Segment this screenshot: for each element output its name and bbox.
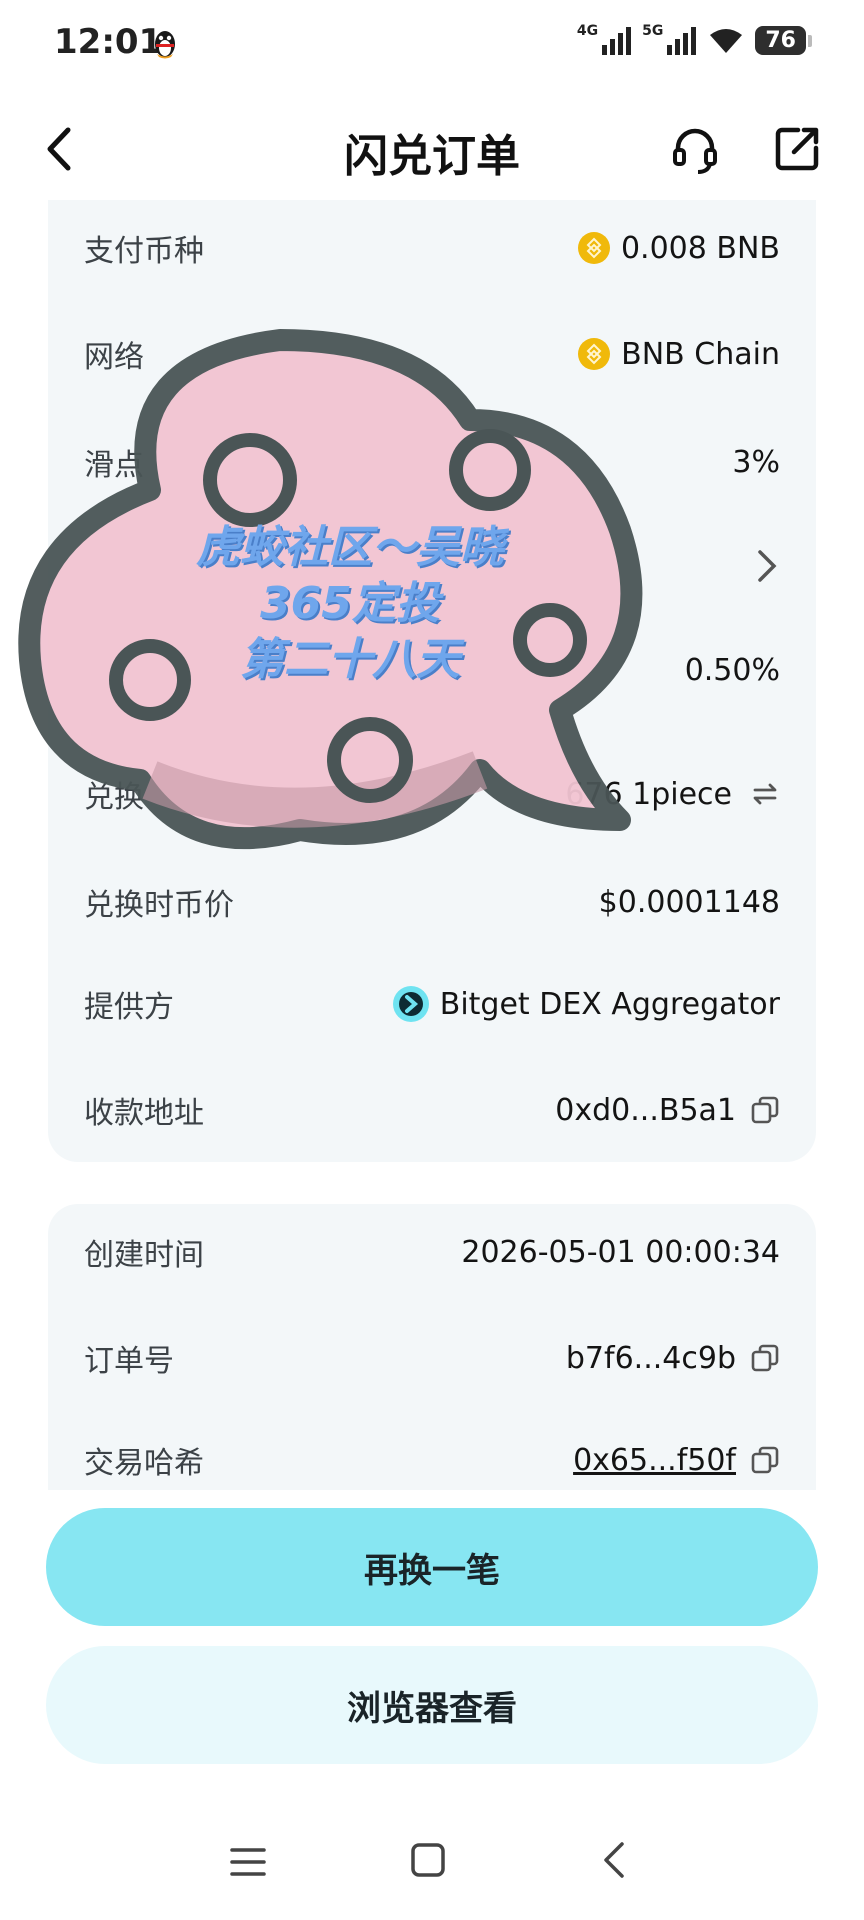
row-value: BNB Chain <box>621 336 780 372</box>
row-value-group: 676 1piece <box>565 777 780 812</box>
order-row-created: 创建时间 2026-05-01 00:00:34 <box>84 1222 780 1282</box>
row-label: 支付币种 <box>84 234 204 269</box>
qq-penguin-icon <box>155 31 175 59</box>
detail-row-pay-currency: 支付币种 0.008 BNB <box>84 218 780 278</box>
detail-row-network: 网络 BNB Chain <box>84 324 780 384</box>
row-value: 3% <box>732 444 780 480</box>
row-value: 0.008 BNB <box>620 230 780 266</box>
exchange-row-amount: 兑换 676 1piece <box>84 764 780 824</box>
row-value-group: 0xd0...B5a1 <box>555 1093 780 1128</box>
swap-icon[interactable] <box>750 779 780 809</box>
wifi-icon <box>707 27 745 55</box>
exchange-row-price: 兑换时币价 $0.0001148 <box>84 872 780 932</box>
menu-icon[interactable] <box>228 1842 268 1882</box>
chevron-right-icon[interactable] <box>754 548 780 584</box>
bnb-coin-icon <box>577 232 610 264</box>
bitget-icon <box>392 986 429 1022</box>
bnb-coin-icon <box>578 338 611 370</box>
row-value: b7f6...4c9b <box>565 1340 736 1376</box>
copy-icon[interactable] <box>750 1445 780 1475</box>
row-value-group: BNB Chain <box>577 337 780 372</box>
sticker-line-3: 第二十八天 <box>240 634 460 685</box>
row-value-group: 0x65...f50f <box>573 1443 780 1478</box>
sticker-line-2: 365定投 <box>260 578 440 629</box>
row-value: 2026-05-01 00:00:34 <box>461 1234 780 1270</box>
row-value-group: 0.008 BNB <box>577 231 780 266</box>
detail-row-slippage: 滑点 3% <box>84 432 780 492</box>
battery-icon: 76 <box>755 26 812 55</box>
signal-icon <box>667 26 697 55</box>
exchange-row-address: 收款地址 0xd0...B5a1 <box>84 1080 780 1140</box>
row-label: 兑换 <box>84 780 144 815</box>
share-icon[interactable] <box>770 122 824 176</box>
exchange-row-provider: 提供方 Bitget DEX Aggregator <box>84 974 780 1034</box>
system-nav-bar <box>0 1830 864 1920</box>
swap-again-button[interactable]: 再换一笔 <box>46 1508 818 1626</box>
view-in-browser-button[interactable]: 浏览器查看 <box>46 1646 818 1764</box>
signal-icon <box>602 26 632 55</box>
page-title: 闪兑订单 <box>344 131 520 182</box>
sticker-line-1: 虎蛟社区～吴晓 <box>196 522 504 573</box>
copy-icon[interactable] <box>750 1095 780 1125</box>
tx-hash-link[interactable]: 0x65...f50f <box>573 1443 736 1478</box>
order-row-tx-hash: 交易哈希 0x65...f50f <box>84 1430 780 1490</box>
network-label-2: 5G <box>642 22 664 39</box>
order-details-scroll[interactable]: 支付币种 0.008 BNB 网络 BNB Chain 滑点 3% 0.50% <box>0 200 864 1490</box>
row-label: 订单号 <box>84 1344 174 1379</box>
row-label: 网络 <box>84 340 144 375</box>
headset-icon[interactable] <box>668 122 722 176</box>
row-label: 创建时间 <box>84 1238 204 1273</box>
sticker-caption: 虎蛟社区～吴晓 365定投 第二十八天 <box>130 520 570 688</box>
row-value: 0.50% <box>684 652 780 688</box>
row-value: 0xd0...B5a1 <box>555 1092 736 1128</box>
row-label: 滑点 <box>84 448 144 483</box>
row-value: 676 1piece <box>565 776 732 812</box>
row-label: 收款地址 <box>84 1096 204 1131</box>
row-value: $0.0001148 <box>598 884 780 920</box>
order-info-card: 创建时间 2026-05-01 00:00:34 订单号 b7f6...4c9b… <box>48 1204 816 1490</box>
copy-icon[interactable] <box>750 1343 780 1373</box>
status-time: 12:01 <box>54 22 163 62</box>
row-label: 交易哈希 <box>84 1446 204 1481</box>
row-value-group: b7f6...4c9b <box>566 1341 780 1376</box>
exchange-card: 兑换 676 1piece 兑换时币价 $0.0001148 提供方 Bitge… <box>48 742 816 1162</box>
status-bar: 12:01 4G 5G 76 <box>0 0 864 90</box>
home-icon[interactable] <box>408 1840 448 1880</box>
row-value-group: Bitget DEX Aggregator <box>392 985 780 1023</box>
header: 闪兑订单 <box>0 100 864 200</box>
network-label-1: 4G <box>576 22 599 39</box>
row-label: 兑换时币价 <box>84 888 234 923</box>
row-label: 提供方 <box>84 990 174 1025</box>
status-icons: 4G 5G 76 <box>576 22 812 55</box>
back-nav-icon[interactable] <box>594 1838 634 1882</box>
order-row-id: 订单号 b7f6...4c9b <box>84 1328 780 1388</box>
row-value: Bitget DEX Aggregator <box>439 986 780 1022</box>
